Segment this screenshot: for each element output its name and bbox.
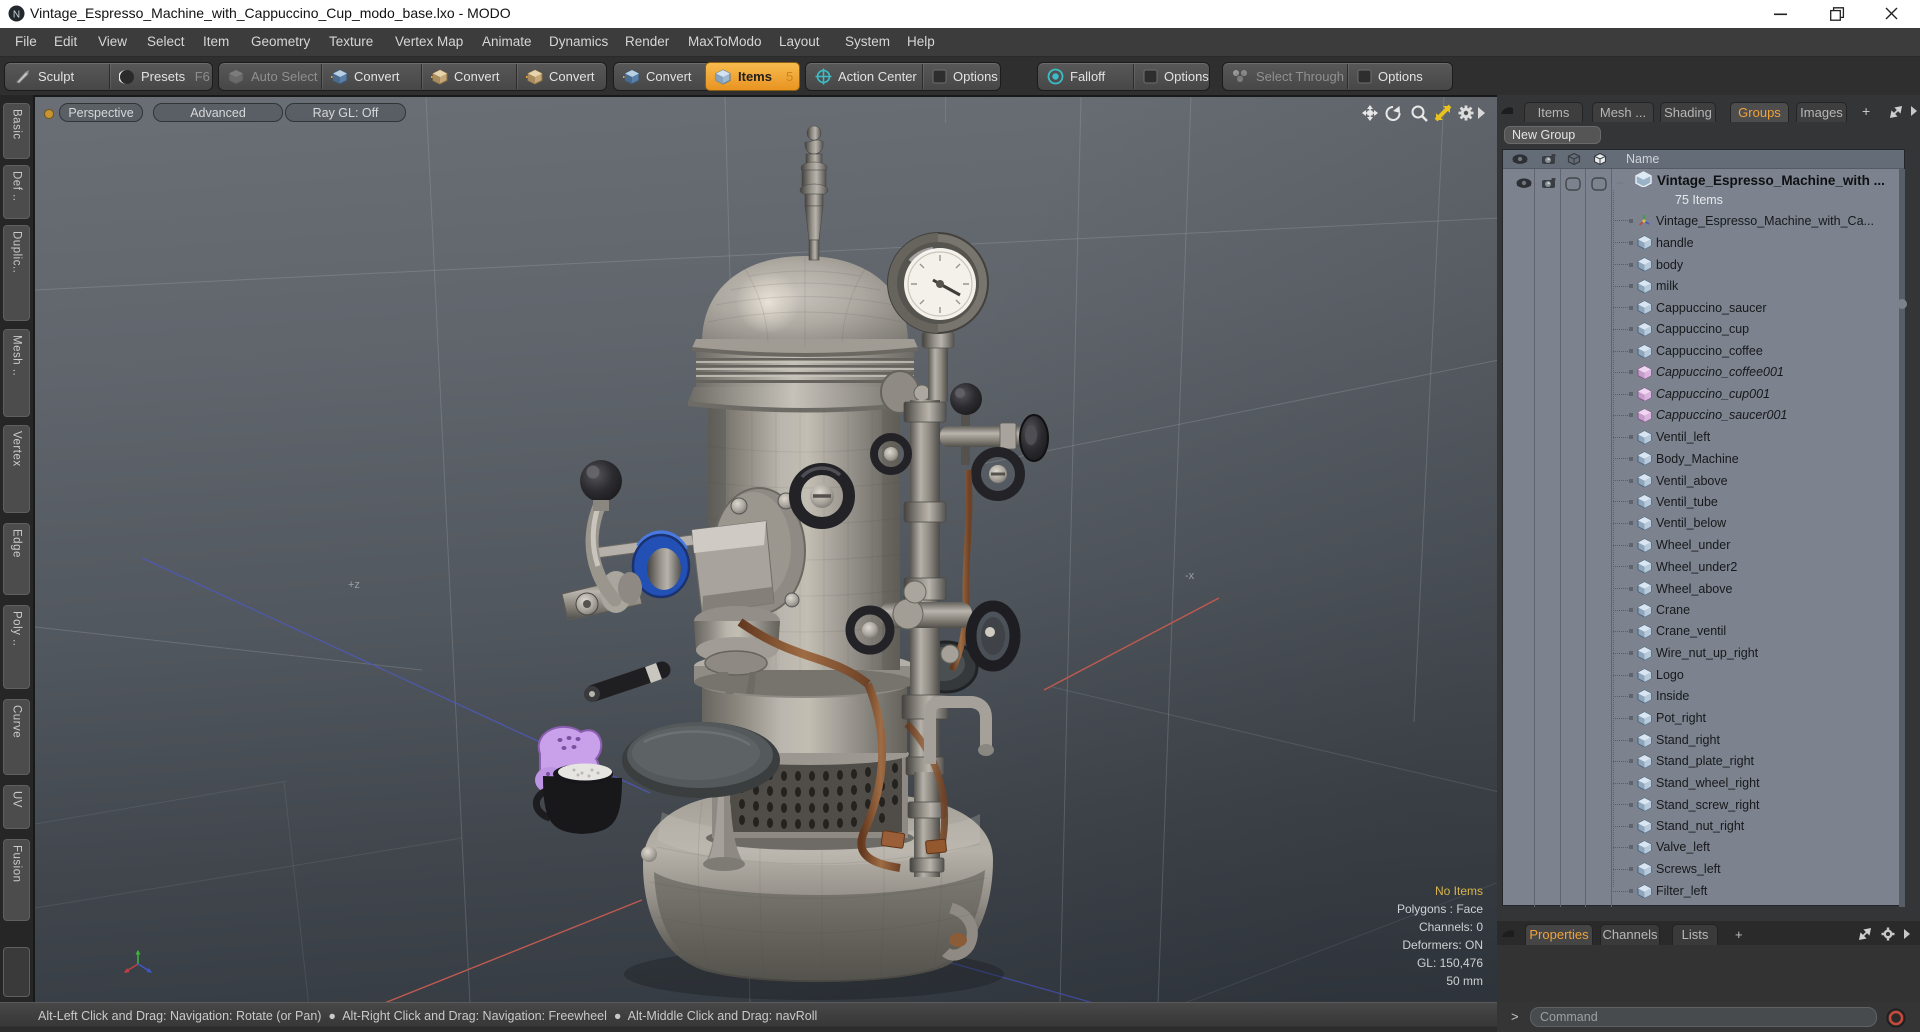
svg-text:N: N bbox=[13, 10, 20, 21]
